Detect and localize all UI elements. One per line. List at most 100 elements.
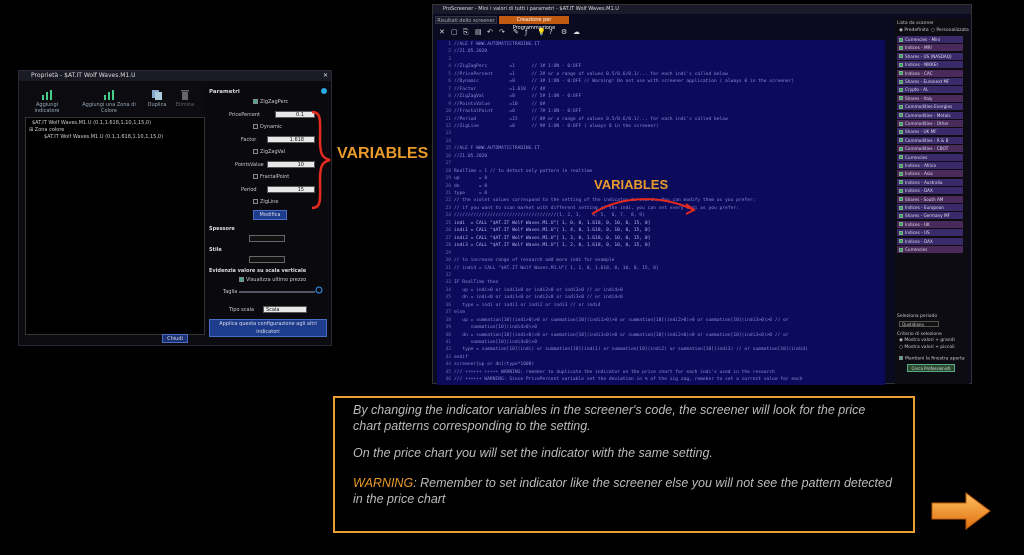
close-icon[interactable]: ✕ [323, 71, 328, 81]
radio-custom[interactable]: ○ Personalizzata [931, 28, 969, 33]
tab-results[interactable]: Risultati dello screener [435, 16, 497, 24]
zigline-checkbox[interactable]: ZigLine [253, 199, 278, 205]
scale-type-select[interactable]: Scala lineare [263, 306, 307, 320]
radio-predefined[interactable]: ◉ Predefinita [899, 28, 929, 33]
market-list-item[interactable]: Indices - Asia [897, 170, 963, 178]
code-line: 29 [437, 251, 454, 257]
market-list-item[interactable]: Indices - UK [897, 220, 963, 228]
period-select[interactable]: Quotidiano [899, 321, 939, 327]
zigline-label: ZigLine [260, 199, 279, 205]
info-icon[interactable] [321, 88, 327, 94]
add-indicator-button[interactable]: Aggiungi indicatore [27, 89, 67, 114]
copy-icon[interactable]: ⎘ [463, 28, 469, 37]
market-list-label: Indices - DAX [905, 238, 933, 244]
market-list-item[interactable]: Shares - Euronext MF [897, 78, 963, 85]
apply-all-button[interactable]: Applica questa configurazione agli altri… [209, 319, 327, 337]
market-list-item[interactable]: Indices - DAX [897, 187, 963, 195]
market-list-item[interactable]: Crypto - AL [897, 86, 963, 94]
criteria-smaller[interactable]: ○ Mostra valori + piccoli [899, 345, 955, 350]
market-list-item[interactable]: Currencies [897, 153, 963, 161]
lightbulb-icon[interactable]: 💡 [537, 28, 546, 36]
market-list-item[interactable]: Indices - European [897, 204, 963, 211]
settings-icon[interactable]: ⚙ [561, 28, 567, 36]
new-file-icon[interactable]: ▢ [451, 28, 458, 36]
size-slider[interactable] [239, 291, 315, 293]
remove-button[interactable]: Elimina [169, 89, 201, 108]
thickness-select[interactable] [249, 235, 285, 242]
checkbox-checked-icon [899, 146, 903, 151]
modify-button[interactable]: Modifica [253, 210, 287, 220]
market-list-item[interactable]: Indices - Australia [897, 178, 963, 186]
dynamic-checkbox[interactable]: Dynamic [253, 124, 282, 130]
cloud-icon[interactable]: ☁ [573, 28, 580, 36]
indicator-tree[interactable]: $AT.IT Wolf Waves.M1.U (0.1,1.618,1.10,1… [25, 117, 205, 335]
close-icon[interactable]: ✕ [439, 28, 445, 36]
code-text: indi2 = CALL "$AT.IT Wolf Waves.M1.U"[ 1… [454, 235, 651, 241]
zigzagval-checkbox[interactable]: ZigZagVal [253, 149, 285, 155]
scale-section-title: Evidenzia valore su scala verticale [209, 268, 307, 274]
paste-icon[interactable]: ▤ [475, 28, 482, 36]
market-list-item[interactable]: Shares - Germany MF [897, 212, 963, 220]
add-indicator-label: Aggiungi indicatore [34, 102, 60, 114]
zigzagperc-checkbox[interactable]: ZigZagPerc [253, 99, 288, 105]
refresh-icon[interactable] [315, 286, 323, 294]
market-list-item[interactable]: Indices - CAC [897, 69, 963, 77]
market-list-item[interactable]: Currencies - Mini [897, 36, 963, 43]
line-number: 34 [445, 287, 451, 293]
period-label: Period [241, 187, 257, 193]
code-text: //21.05.2020 [454, 153, 488, 159]
redo-icon[interactable]: ↷ [499, 28, 505, 36]
code-line: 1//ALE F WWW.AUTOMATICTRADING.IT [437, 42, 540, 48]
help-icon[interactable]: ? [549, 28, 553, 36]
show-last-price-checkbox[interactable]: Visualizza ultimo prezzo [239, 277, 306, 283]
market-list-item[interactable]: Currencies [897, 246, 963, 253]
market-list-item[interactable]: Indices - Africa [897, 162, 963, 169]
tree-zone-label: Zona colore [34, 127, 65, 133]
code-text: IF RealTime then [454, 280, 499, 286]
add-function-icon[interactable]: ƒ [525, 28, 527, 36]
undo-icon[interactable]: ↶ [487, 28, 493, 36]
market-list-item[interactable]: Shares - Italy [897, 94, 963, 102]
tree-item-zone-indicator[interactable]: $AT.IT Wolf Waves.M1.U (0.1,1.618,1.10,1… [44, 134, 204, 141]
market-list-item[interactable]: Shares - South AM [897, 195, 963, 203]
keep-open-checkbox[interactable]: Mantieni la finestra aperta [899, 356, 965, 362]
criteria-greater[interactable]: ◉ Mostra valori + grandi [899, 338, 955, 343]
market-list-item[interactable]: Shares - UK MF [897, 128, 963, 136]
market-list-item[interactable]: Commodities - CBOT [897, 145, 963, 153]
add-color-zone-button[interactable]: Aggiungi una Zona di Colore [79, 89, 139, 114]
tab-programming[interactable]: Creazione per Programmazione [499, 16, 569, 31]
market-list-item[interactable]: Indices - US [897, 229, 963, 237]
market-list[interactable]: Currencies - Mini Indices - MRI Shares - U… [897, 36, 965, 256]
tree-item-zone[interactable]: ⊞ Zona colore [29, 127, 204, 134]
duplicate-label: Duplica [147, 102, 167, 108]
close-button[interactable]: Chiudi [162, 334, 188, 343]
code-line: 2//21.05.2020 [437, 49, 487, 55]
market-list-item[interactable]: Commodities - Metals [897, 111, 963, 119]
code-line: 41 summation[10](indi4<0)>0 [437, 340, 537, 346]
line-number: 40 [445, 332, 451, 338]
market-list-label: Indices - Africa [905, 163, 936, 168]
tree-item-indicator[interactable]: $AT.IT Wolf Waves.M1.U (0.1,1.618,1.10,1… [32, 120, 204, 127]
fractalpoint-checkbox[interactable]: FractalPoint [253, 174, 289, 180]
code-text: type = summation[10](indi) or summation[… [454, 347, 809, 353]
market-list-item[interactable]: Indices - NIKKEI [897, 61, 963, 69]
market-list-item[interactable]: Commodities - Other [897, 120, 963, 127]
market-list-label: Currencies [905, 154, 928, 160]
checkbox-checked-icon [899, 87, 903, 92]
market-list-item[interactable]: Indices - MRI [897, 44, 963, 52]
code-text: type = indi or indi1 or indi2 or indi3 /… [454, 302, 601, 308]
next-arrow-icon[interactable] [930, 491, 992, 531]
line-number: 30 [445, 258, 451, 264]
line-number: 46 [445, 377, 451, 383]
market-list-item[interactable]: Commodities-Energies [897, 103, 963, 111]
market-list-item[interactable]: Indices - DAX [897, 237, 963, 245]
add-variable-icon[interactable]: ✎ [513, 28, 519, 36]
market-list-item[interactable]: Shares - US (NASDAQ) [897, 52, 963, 60]
points-value-label: PointsValue [235, 162, 264, 168]
search-pro-button[interactable]: Cerca Professionisti [907, 364, 955, 372]
code-line: 10//FractalPoint =0 // 7# 1:ON - 0:OFF [437, 109, 581, 115]
style-select[interactable] [249, 256, 285, 263]
checkbox-icon [253, 149, 258, 154]
market-list-item[interactable]: Commodities - R & B [897, 136, 963, 144]
market-list-label: Currencies [905, 247, 928, 252]
